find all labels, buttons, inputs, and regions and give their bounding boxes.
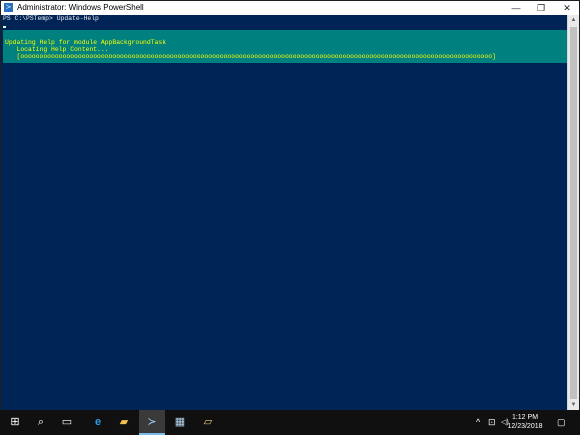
notepad-icon[interactable]: ▱ — [195, 410, 221, 435]
progress-activity: Updating Help for module AppBackgroundTa… — [5, 39, 167, 46]
window-title: Administrator: Windows PowerShell — [17, 3, 144, 12]
network-icon[interactable]: ⊡ — [488, 410, 496, 435]
vertical-scrollbar[interactable]: ▲ ▼ — [567, 15, 579, 411]
title-bar[interactable]: ≻ Administrator: Windows PowerShell — ❐ … — [1, 1, 579, 15]
progress-status: Locating Help Content... — [5, 46, 109, 53]
clock-time: 1:12 PM — [511, 414, 539, 421]
powershell-window: ≻ Administrator: Windows PowerShell — ❐ … — [0, 0, 580, 412]
console-area[interactable]: PS C:\PSTemp> Update-Help Updating Help … — [1, 15, 579, 411]
progress-panel: Updating Help for module AppBackgroundTa… — [3, 30, 567, 63]
powershell-icon[interactable]: ≻ — [139, 410, 165, 435]
tray-chevron-icon[interactable]: ^ — [476, 410, 480, 435]
search-icon[interactable]: ⌕ — [28, 410, 54, 435]
scroll-up-icon[interactable]: ▲ — [568, 15, 579, 26]
server-manager-icon[interactable]: ▦ — [167, 410, 193, 435]
file-explorer-icon[interactable]: ▰ — [111, 410, 137, 435]
task-view-icon[interactable]: ▭ — [54, 410, 80, 435]
edge-icon[interactable]: e — [85, 410, 111, 435]
close-button[interactable]: ✕ — [555, 1, 579, 15]
notification-icon[interactable]: ▢ — [557, 410, 566, 435]
powershell-icon: ≻ — [4, 3, 13, 12]
start-icon[interactable]: ⊞ — [2, 410, 28, 435]
clock-date: 12/23/2018 — [507, 423, 543, 430]
progress-bar-text: [ooooooooooooooooooooooooooooooooooooooo… — [5, 53, 496, 60]
scroll-thumb[interactable] — [570, 27, 577, 399]
minimize-button[interactable]: — — [504, 1, 528, 15]
maximize-button[interactable]: ❐ — [529, 1, 553, 15]
clock[interactable]: 1:12 PM 12/23/2018 — [504, 413, 546, 431]
taskbar: ⊞ ⌕ ▭ e ▰ ≻ ▦ ▱ ^ ⊡ ◁) 1:12 PM 12/23/201… — [0, 410, 580, 435]
prompt-line: PS C:\PSTemp> Update-Help — [3, 15, 99, 22]
cursor — [3, 26, 6, 28]
